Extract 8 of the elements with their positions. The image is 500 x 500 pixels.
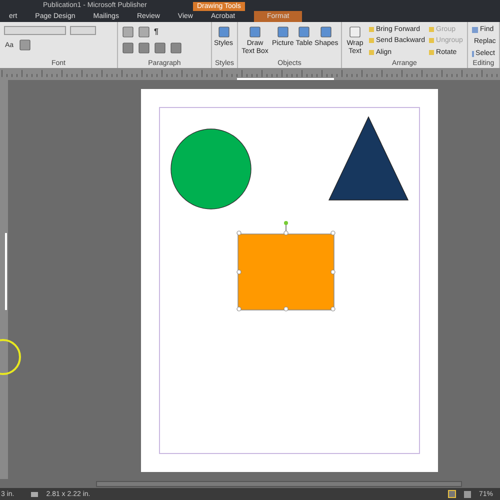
size-icon	[31, 492, 38, 496]
font-field[interactable]	[4, 26, 66, 35]
circle-shape[interactable]	[170, 128, 252, 210]
size-field[interactable]	[70, 26, 96, 35]
paragraph-mark-button[interactable]: ¶	[154, 28, 158, 36]
single-page-view-button[interactable]	[448, 490, 456, 498]
two-page-view-button[interactable]	[464, 490, 471, 498]
triangle-shape[interactable]	[328, 116, 409, 201]
